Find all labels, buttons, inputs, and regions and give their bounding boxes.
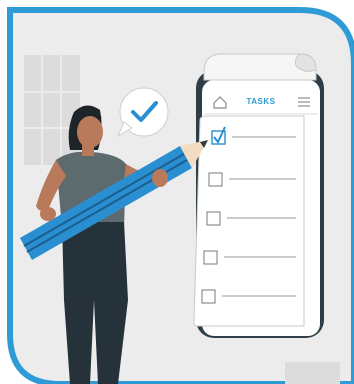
task-checkbox[interactable] — [206, 211, 221, 226]
illustration-scene: TASKS — [7, 7, 354, 384]
paper-scroll — [203, 53, 317, 81]
task-checkbox[interactable] — [208, 172, 223, 187]
background-shelf — [285, 362, 340, 384]
task-checkbox[interactable] — [203, 250, 218, 265]
task-checkbox[interactable] — [201, 289, 216, 304]
header-title: TASKS — [246, 97, 275, 106]
